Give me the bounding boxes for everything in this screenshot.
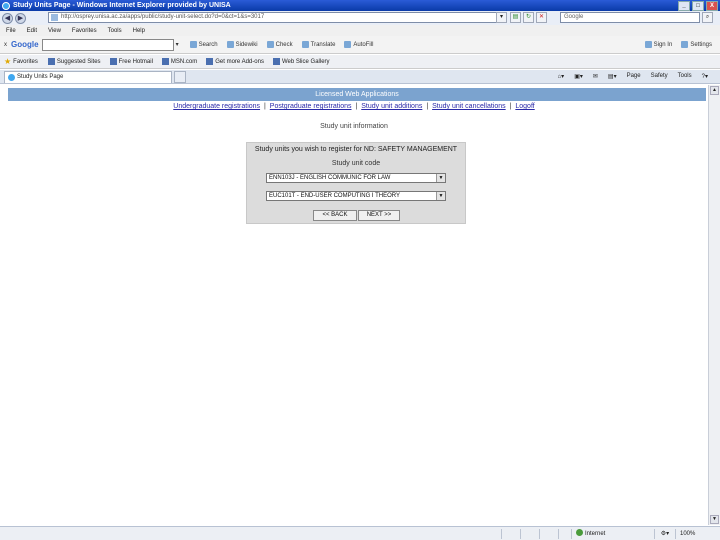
scroll-up-icon[interactable]: ▲ — [710, 86, 719, 95]
search-input[interactable]: Google — [560, 12, 700, 23]
google-sign-in[interactable]: Sign In — [645, 41, 673, 48]
window-titlebar: Study Units Page - Windows Internet Expl… — [0, 0, 720, 11]
study-unit-select-1[interactable]: ENN103J - ENGLISH COMMUNIC FOR LAW ▼ — [266, 173, 446, 183]
link-undergraduate[interactable]: Undergraduate registrations — [173, 103, 260, 110]
security-zone: Internet — [571, 528, 654, 539]
scroll-down-icon[interactable]: ▼ — [710, 515, 719, 524]
nav-links: Undergraduate registrations | Postgradua… — [0, 103, 708, 110]
study-unit-code-label: Study unit code — [331, 160, 381, 167]
vertical-scrollbar[interactable]: ▲ ▼ — [708, 85, 720, 525]
google-search-input[interactable] — [41, 38, 174, 51]
address-bar: ◀ ▶ http://osprey.unisa.ac.za/apps/publi… — [0, 11, 720, 25]
url-input[interactable]: http://osprey.unisa.ac.za/apps/public/st… — [48, 12, 506, 23]
nav-separator: | — [426, 103, 429, 110]
nav-separator: | — [264, 103, 266, 110]
google-toolbar-close[interactable]: x — [4, 42, 7, 48]
fav-web-slice-gallery[interactable]: Web Slice Gallery — [273, 58, 330, 65]
page-header-band: Licensed Web Applications — [8, 88, 706, 101]
safety-menu[interactable]: Safety — [651, 73, 668, 80]
window-title: Study Units Page - Windows Internet Expl… — [13, 2, 231, 9]
favorites-button[interactable]: Favorites — [13, 59, 38, 65]
menu-edit[interactable]: Edit — [27, 28, 37, 34]
fav-get-addons[interactable]: Get more Add-ons — [206, 58, 264, 65]
nav-separator: | — [509, 103, 512, 110]
home-icon[interactable]: ⌂▾ — [558, 73, 565, 80]
back-button[interactable]: << BACK — [313, 210, 357, 221]
menu-file[interactable]: File — [6, 28, 16, 34]
tab-study-units[interactable]: Study Units Page — [4, 70, 172, 83]
page-content: Licensed Web Applications Undergraduate … — [0, 85, 708, 525]
study-unit-panel: Study units you wish to register for ND:… — [246, 142, 466, 224]
print-icon[interactable]: ▤▾ — [608, 73, 617, 80]
status-bar: Internet ⚙▾ 100% — [0, 526, 720, 540]
fav-msn[interactable]: MSN.com — [162, 58, 197, 65]
google-toolbar: x Google ▾ Search Sidewiki Check Transla… — [0, 36, 720, 54]
stop-icon[interactable]: ✕ — [536, 12, 547, 23]
favorites-bar: ★ Favorites Suggested Sites Free Hotmail… — [0, 55, 720, 69]
maximize-button[interactable]: □ — [692, 0, 704, 11]
link-additions[interactable]: Study unit additions — [361, 103, 422, 110]
menu-help[interactable]: Help — [133, 28, 145, 34]
search-icon[interactable]: ⌕ — [702, 12, 713, 23]
page-menu[interactable]: Page — [627, 73, 641, 80]
help-icon[interactable]: ?▾ — [702, 73, 708, 80]
compat-view-icon[interactable]: ▤ — [510, 12, 521, 23]
google-dropdown-icon[interactable]: ▾ — [176, 41, 179, 48]
google-translate[interactable]: Translate — [302, 41, 336, 48]
refresh-icon[interactable]: ↻ — [523, 12, 534, 23]
page-icon — [51, 14, 58, 21]
chevron-down-icon[interactable]: ▼ — [436, 174, 445, 182]
menu-favorites[interactable]: Favorites — [72, 28, 97, 34]
google-sidewiki[interactable]: Sidewiki — [227, 41, 258, 48]
menu-view[interactable]: View — [48, 28, 61, 34]
url-dropdown-icon[interactable]: ▾ — [496, 12, 507, 23]
google-autofill[interactable]: AutoFill — [344, 41, 373, 48]
google-logo: Google — [11, 40, 39, 49]
feeds-icon[interactable]: ▣▾ — [574, 73, 583, 80]
minimize-button[interactable]: _ — [678, 0, 690, 11]
fav-suggested-sites[interactable]: Suggested Sites — [48, 58, 101, 65]
forward-nav-icon[interactable]: ▶ — [15, 12, 26, 24]
nav-separator: | — [355, 103, 358, 110]
mail-icon[interactable]: ✉ — [593, 73, 598, 80]
protected-mode-icon[interactable]: ⚙▾ — [654, 528, 675, 539]
google-settings[interactable]: Settings — [681, 41, 712, 48]
google-check[interactable]: Check — [267, 41, 293, 48]
zoom-level[interactable]: 100% — [675, 528, 720, 539]
next-button[interactable]: NEXT >> — [358, 210, 400, 221]
google-search-button[interactable]: Search — [190, 41, 218, 48]
new-tab-button[interactable] — [174, 70, 186, 83]
study-unit-select-2[interactable]: EUC101T - END-USER COMPUTING I THEORY ▼ — [266, 191, 446, 201]
link-cancellations[interactable]: Study unit cancellations — [432, 103, 506, 110]
link-logoff[interactable]: Logoff — [515, 103, 534, 110]
chevron-down-icon[interactable]: ▼ — [436, 192, 445, 200]
menu-bar: File Edit View Favorites Tools Help — [0, 25, 720, 36]
back-nav-icon[interactable]: ◀ — [2, 12, 13, 24]
favorites-star-icon[interactable]: ★ — [4, 57, 11, 66]
section-title: Study unit information — [320, 123, 388, 130]
menu-tools[interactable]: Tools — [108, 28, 122, 34]
link-postgraduate[interactable]: Postgraduate registrations — [270, 103, 352, 110]
panel-heading: Study units you wish to register for ND:… — [254, 146, 458, 153]
fav-free-hotmail[interactable]: Free Hotmail — [110, 58, 153, 65]
tools-menu[interactable]: Tools — [678, 73, 692, 80]
close-window-button[interactable]: X — [706, 0, 718, 11]
ie-logo-icon — [2, 1, 10, 10]
tab-bar: Study Units Page ⌂▾ ▣▾ ✉ ▤▾ Page Safety … — [0, 70, 720, 84]
